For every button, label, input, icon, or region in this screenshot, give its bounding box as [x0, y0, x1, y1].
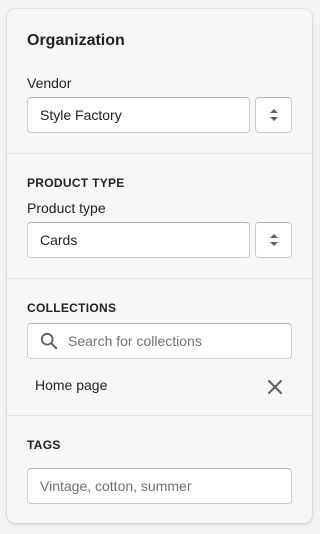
list-item: Home page: [35, 369, 292, 405]
vendor-label: Vendor: [27, 75, 72, 91]
collections-section: COLLECTIONS Search for collections Home …: [7, 279, 312, 415]
tags-section: TAGS Vintage, cotton, summer: [7, 416, 312, 523]
product-type-input[interactable]: Cards: [27, 222, 250, 258]
product-type-heading: PRODUCT TYPE: [27, 176, 125, 190]
remove-collection-button[interactable]: [265, 377, 285, 397]
organization-section: Organization Vendor Style Factory: [7, 9, 312, 153]
collection-item-label: Home page: [35, 377, 108, 393]
product-type-section: PRODUCT TYPE Product type Cards: [7, 154, 312, 278]
select-stepper-icon: [269, 109, 278, 121]
tags-heading: TAGS: [27, 438, 61, 452]
tags-placeholder: Vintage, cotton, summer: [40, 478, 192, 494]
collections-search-placeholder: Search for collections: [68, 333, 202, 349]
vendor-select-button[interactable]: [255, 97, 292, 133]
product-type-value: Cards: [40, 232, 78, 248]
product-type-label: Product type: [27, 200, 106, 216]
organization-card: Organization Vendor Style Factory PRODUC…: [7, 9, 312, 523]
search-icon: [40, 332, 58, 350]
select-stepper-icon: [269, 234, 278, 246]
collections-search-input[interactable]: Search for collections: [27, 323, 292, 359]
collections-heading: COLLECTIONS: [27, 301, 117, 315]
product-type-select-button[interactable]: [255, 222, 292, 258]
close-icon: [268, 380, 282, 394]
vendor-value: Style Factory: [40, 107, 122, 123]
card-title: Organization: [27, 32, 125, 49]
vendor-input[interactable]: Style Factory: [27, 97, 250, 133]
tags-input[interactable]: Vintage, cotton, summer: [27, 468, 292, 504]
